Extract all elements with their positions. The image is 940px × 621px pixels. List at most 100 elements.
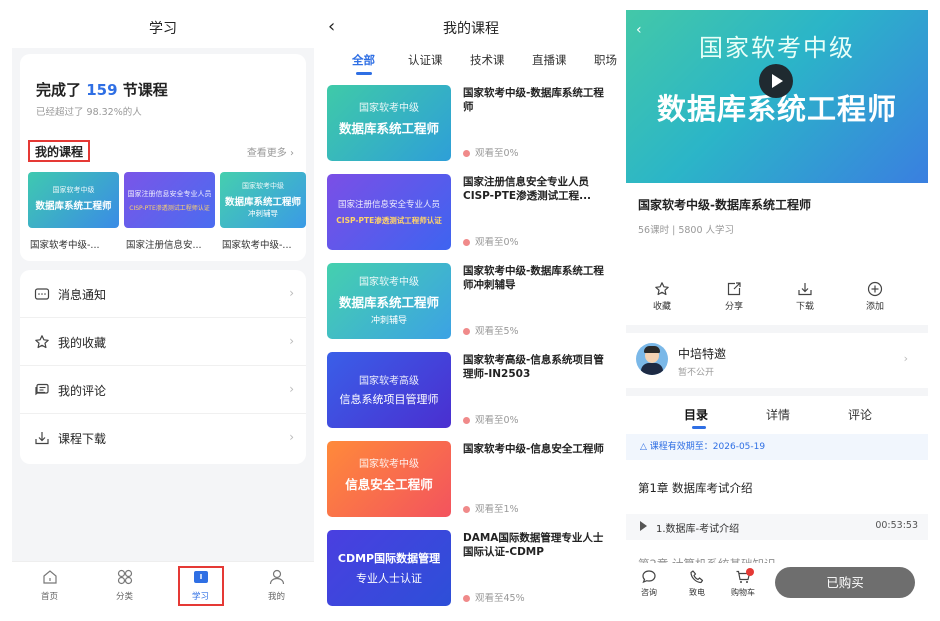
filter-tabs: 全部 认证课 技术课 直播课 职场 bbox=[320, 52, 622, 80]
tab-details[interactable]: 详情 bbox=[766, 406, 790, 423]
progress-dot-icon bbox=[463, 150, 470, 157]
page-title: 学习 bbox=[12, 10, 314, 48]
page-title: 我的课程 bbox=[443, 21, 499, 37]
menu-item-downloads[interactable]: 课程下载 › bbox=[20, 414, 306, 462]
chevron-right-icon: › bbox=[289, 382, 294, 396]
teacher-subtitle: 暂不公开 bbox=[678, 368, 715, 378]
tab-label: 我的 bbox=[267, 592, 285, 602]
menu-item-messages[interactable]: 消息通知 › bbox=[20, 270, 306, 318]
chevron-right-icon: › bbox=[903, 352, 908, 365]
progress-dot-icon bbox=[463, 328, 470, 335]
course-item[interactable]: 国家软考中级 信息安全工程师 国家软考中级-信息安全工程师 观看至1% bbox=[327, 441, 617, 526]
see-more-link[interactable]: 查看更多 › bbox=[247, 144, 294, 159]
course-title: DAMA国际数据管理专业人士国际认证-CDMP bbox=[463, 532, 604, 558]
add-button[interactable]: 添加 bbox=[855, 281, 895, 312]
completed-count: 159 bbox=[86, 81, 118, 99]
active-tab-indicator bbox=[692, 426, 706, 429]
active-tab-indicator bbox=[356, 72, 372, 75]
course-title: 国家软考中级-数据库系统工程师冲刺辅导 bbox=[463, 265, 604, 291]
tab-technical[interactable]: 技术课 bbox=[470, 52, 505, 68]
menu-item-favorites[interactable]: 我的收藏 › bbox=[20, 318, 306, 366]
tab-profile[interactable]: 我的 bbox=[239, 568, 314, 602]
course-item[interactable]: 国家软考中级 数据库系统工程师 冲刺辅导 国家软考中级-数据库系统工程师冲刺辅导… bbox=[327, 263, 617, 348]
chapter-title[interactable]: 第1章 数据库考试介绍 bbox=[638, 480, 752, 496]
course-title: 国家软考中级-信息安全工程师 bbox=[463, 443, 604, 455]
course-thumbnail[interactable]: 国家软考中级 数据库系统工程师 bbox=[327, 85, 451, 161]
progress-dot-icon bbox=[463, 506, 470, 513]
consult-button[interactable]: 咨询 bbox=[634, 569, 664, 598]
category-icon bbox=[117, 569, 132, 585]
teacher-row[interactable]: 中培特邀 暂不公开 › bbox=[626, 333, 928, 388]
phone-icon bbox=[690, 570, 704, 584]
tab-certification[interactable]: 认证课 bbox=[408, 52, 443, 68]
tab-all[interactable]: 全部 bbox=[352, 52, 375, 68]
bell-icon: △ bbox=[640, 442, 647, 452]
lesson-name: 1.数据库-考试介绍 bbox=[656, 524, 740, 535]
back-button[interactable]: ‹ bbox=[636, 22, 642, 38]
download-icon bbox=[35, 432, 49, 445]
progress-dot-icon bbox=[463, 417, 470, 424]
thumbnail-caption[interactable]: 国家注册信息安... bbox=[126, 237, 218, 251]
action-label: 下载 bbox=[795, 302, 814, 312]
tab-home[interactable]: 首页 bbox=[12, 568, 87, 602]
course-thumbnail[interactable]: 国家软考中级 数据库系统工程师 冲刺辅导 bbox=[327, 263, 451, 339]
course-item[interactable]: 国家注册信息安全专业人员 CISP-PTE渗透测试工程师认证 国家注册信息安全专… bbox=[327, 174, 617, 259]
star-icon bbox=[655, 282, 669, 296]
share-icon bbox=[727, 282, 741, 296]
course-item[interactable]: 国家软考高级 信息系统项目管理师 国家软考高级-信息系统项目管理师-IN2503… bbox=[327, 352, 617, 437]
menu-label: 消息通知 bbox=[58, 288, 107, 302]
my-courses-screen: ‹ 我的课程 全部 认证课 技术课 直播课 职场 国家软考中级 数据库系统工程师… bbox=[320, 10, 622, 613]
banner-subtitle: 国家软考中级 bbox=[699, 34, 855, 62]
tab-career[interactable]: 职场 bbox=[594, 52, 617, 68]
comment-icon bbox=[35, 383, 49, 396]
completed-prefix: 完成了 bbox=[36, 81, 82, 99]
call-button[interactable]: 致电 bbox=[682, 569, 712, 598]
course-title: 国家软考高级-信息系统项目管理师-IN2503 bbox=[463, 354, 604, 380]
tab-live[interactable]: 直播课 bbox=[532, 52, 567, 68]
thumbnail-caption[interactable]: 国家软考中级-... bbox=[222, 237, 306, 251]
course-thumbnail[interactable]: 国家软考中级 数据库系统工程师 冲刺辅导 bbox=[220, 172, 306, 228]
lesson-item[interactable]: 1.数据库-考试介绍 00:53:53 bbox=[626, 514, 928, 540]
play-button[interactable] bbox=[759, 64, 793, 98]
cart-button[interactable]: 购物车 bbox=[728, 568, 758, 598]
share-button[interactable]: 分享 bbox=[714, 281, 754, 312]
bottom-action-bar: 咨询 致电 购物车 已购买 bbox=[626, 563, 928, 613]
course-progress: 观看至1% bbox=[463, 501, 519, 515]
thumbnail-caption[interactable]: 国家软考中级-... bbox=[30, 237, 122, 251]
purchased-button[interactable]: 已购买 bbox=[775, 567, 915, 598]
tab-catalog[interactable]: 目录 bbox=[684, 406, 708, 423]
tab-label: 分类 bbox=[115, 592, 133, 602]
bottom-tab-bar: 首页 分类 学习 我的 bbox=[12, 561, 314, 613]
course-item[interactable]: CDMP国际数据管理 专业人士认证 DAMA国际数据管理专业人士国际认证-CDM… bbox=[327, 530, 617, 613]
message-icon bbox=[34, 288, 50, 300]
completed-suffix: 节课程 bbox=[122, 81, 168, 99]
bottom-label: 购物车 bbox=[731, 588, 755, 597]
menu-label: 我的评论 bbox=[58, 384, 107, 398]
course-thumbnail[interactable]: CDMP国际数据管理 专业人士认证 bbox=[327, 530, 451, 606]
course-thumbnail[interactable]: 国家注册信息安全专业人员 CISP-PTE渗透测试工程师认证 bbox=[124, 172, 215, 228]
course-thumbnail[interactable]: 国家软考中级 数据库系统工程师 bbox=[28, 172, 119, 228]
tab-category[interactable]: 分类 bbox=[87, 568, 162, 602]
progress-card: 完成了 159 节课程 已经超过了 98.32%的人 我的课程 查看更多 › 国… bbox=[20, 54, 306, 261]
chevron-right-icon: › bbox=[290, 148, 294, 159]
course-thumbnail[interactable]: 国家注册信息安全专业人员 CISP-PTE渗透测试工程师认证 bbox=[327, 174, 451, 250]
course-item[interactable]: 国家软考中级 数据库系统工程师 国家软考中级-数据库系统工程师 观看至0% bbox=[327, 85, 617, 170]
course-detail-screen: 国家软考中级 数据库系统工程师 ‹ 国家软考中级-数据库系统工程师 56课时 |… bbox=[626, 10, 928, 613]
download-button[interactable]: 下载 bbox=[785, 281, 825, 312]
chevron-right-icon: › bbox=[289, 286, 294, 300]
course-thumbnail[interactable]: 国家软考高级 信息系统项目管理师 bbox=[327, 352, 451, 428]
chat-icon bbox=[642, 570, 656, 584]
course-progress: 观看至0% bbox=[463, 234, 519, 248]
my-courses-heading: 我的课程 bbox=[28, 140, 91, 162]
lesson-duration: 00:53:53 bbox=[875, 520, 918, 531]
course-thumbnail[interactable]: 国家软考中级 信息安全工程师 bbox=[327, 441, 451, 517]
menu-item-comments[interactable]: 我的评论 › bbox=[20, 366, 306, 414]
tab-label: 首页 bbox=[40, 592, 58, 602]
tab-reviews[interactable]: 评论 bbox=[848, 406, 872, 423]
home-icon bbox=[42, 570, 57, 584]
favorite-button[interactable]: 收藏 bbox=[642, 281, 682, 312]
download-icon bbox=[798, 283, 812, 296]
course-title: 国家软考中级-数据库系统工程师 bbox=[463, 87, 604, 113]
course-progress: 观看至0% bbox=[463, 145, 519, 159]
progress-dot-icon bbox=[463, 239, 470, 246]
